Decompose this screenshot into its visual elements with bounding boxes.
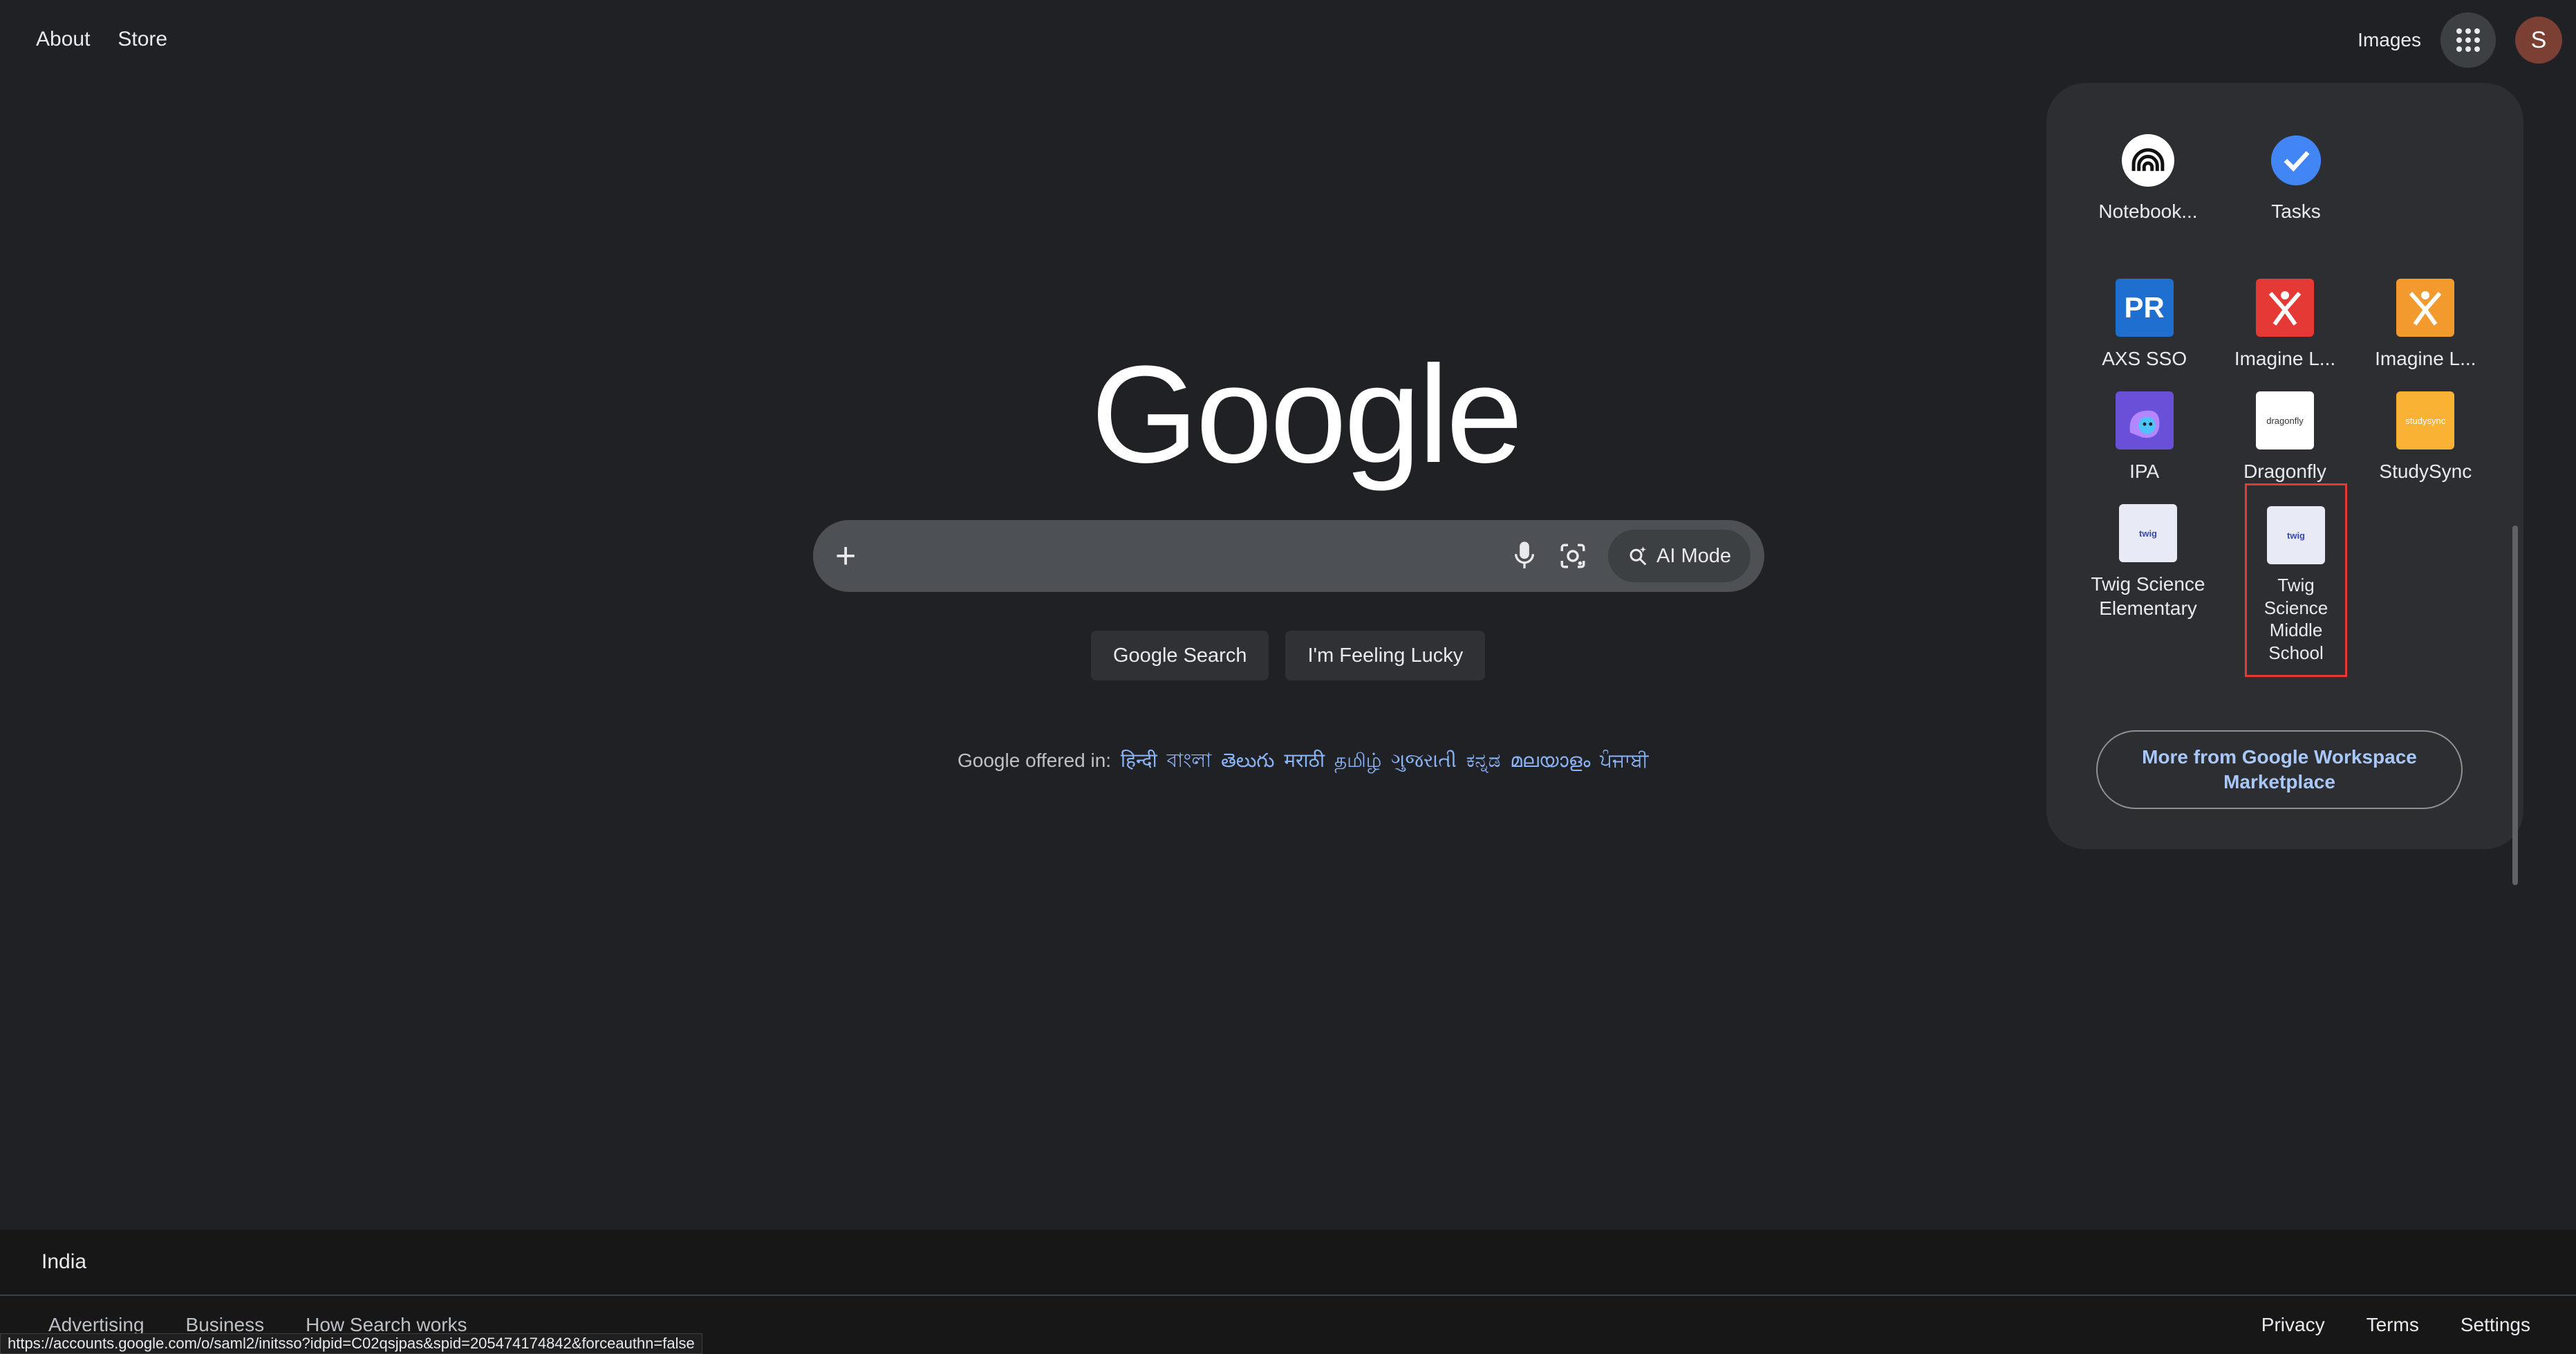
google-search-button[interactable]: Google Search [1091, 631, 1269, 680]
axs-sso-icon: PR [2115, 279, 2174, 337]
app-twig-science-elementary[interactable]: twig Twig Science Elementary [2074, 483, 2222, 677]
about-link[interactable]: About [36, 28, 90, 51]
language-link[interactable]: ਪੰਜਾਬੀ [1600, 750, 1648, 771]
app-dragonfly[interactable]: dragonfly Dragonfly [2214, 371, 2355, 483]
search-buttons: Google Search I'm Feeling Lucky [1091, 631, 1486, 680]
language-link[interactable]: বাংলা [1167, 750, 1212, 771]
twig-science-icon: twig [2119, 504, 2177, 562]
app-label: Imagine L... [2234, 348, 2336, 369]
studysync-icon: studysync [2396, 391, 2455, 449]
app-label: IPA [2129, 461, 2160, 482]
search-input[interactable] [877, 520, 1500, 592]
tasks-icon [2267, 131, 2325, 189]
offered-in-label: Google offered in: [958, 750, 1112, 771]
apps-grid-icon [2456, 28, 2480, 52]
app-studysync[interactable]: studysync StudySync [2355, 371, 2496, 483]
status-bar-url: https://accounts.google.com/o/saml2/init… [0, 1333, 702, 1354]
language-link[interactable]: ગુજરાતી [1391, 750, 1457, 771]
microphone-icon[interactable] [1500, 532, 1549, 580]
apps-panel-scrollbar[interactable] [2512, 526, 2518, 885]
ai-mode-label: AI Mode [1656, 544, 1731, 567]
imagine-learning-red-icon [2255, 279, 2314, 337]
apps-row: IPA dragonfly Dragonfly studysync StudyS… [2074, 371, 2496, 483]
apps-row: Notebook... Tasks [2074, 111, 2496, 223]
app-label: Tasks [2271, 201, 2321, 222]
app-label: Dragonfly [2243, 461, 2326, 482]
offered-in: Google offered in: हिन्दी বাংলা తెలుగు म… [958, 745, 1648, 778]
app-label: AXS SSO [2102, 348, 2187, 369]
language-link[interactable]: తెలుగు [1221, 750, 1274, 771]
settings-link[interactable]: Settings [2461, 1314, 2530, 1336]
top-left-nav: About Store [36, 28, 167, 51]
ipa-icon [2115, 391, 2174, 449]
ai-search-icon [1630, 546, 1647, 566]
app-label: Imagine L... [2375, 348, 2476, 369]
app-label: Notebook... [2098, 201, 2198, 222]
google-apps-button[interactable] [2440, 12, 2496, 68]
avatar[interactable]: S [2515, 17, 2562, 64]
images-link[interactable]: Images [2358, 29, 2421, 51]
apps-row: PR AXS SSO Imagine L... Imagine L... [2074, 258, 2496, 371]
app-axs-sso[interactable]: PR AXS SSO [2074, 258, 2214, 371]
plus-icon[interactable]: + [835, 535, 877, 577]
apps-row: twig Twig Science Elementary twig Twig S… [2074, 483, 2496, 677]
footer-country: India [0, 1230, 2576, 1296]
imagine-learning-orange-icon [2396, 279, 2455, 337]
app-tasks[interactable]: Tasks [2222, 111, 2370, 223]
footer-right-links: Privacy Terms Settings [2261, 1314, 2530, 1336]
app-ipa[interactable]: IPA [2074, 371, 2214, 483]
notebooklm-icon [2119, 131, 2177, 189]
top-right-nav: Images S [2358, 12, 2562, 68]
ai-mode-button[interactable]: AI Mode [1608, 530, 1751, 582]
language-link[interactable]: മലയാളം [1510, 750, 1590, 771]
app-notebooklm[interactable]: Notebook... [2074, 111, 2222, 223]
app-twig-science-middle-school[interactable]: twig Twig Science Middle School [2245, 483, 2347, 677]
feeling-lucky-button[interactable]: I'm Feeling Lucky [1285, 631, 1486, 680]
privacy-link[interactable]: Privacy [2261, 1314, 2325, 1336]
google-apps-panel: Notebook... Tasks PR AXS SSO Imagine L..… [2046, 83, 2523, 885]
app-label: Twig Science Middle School [2264, 575, 2328, 663]
app-imagine-learning-orange[interactable]: Imagine L... [2355, 258, 2496, 371]
google-logo: Google [1091, 337, 1523, 492]
dragonfly-icon: dragonfly [2255, 391, 2314, 449]
language-links: हिन्दी বাংলা తెలుగు मराठी தமிழ் ગુજરાતી … [1117, 750, 1649, 771]
app-label: Twig Science Elementary [2091, 573, 2205, 619]
language-link[interactable]: தமிழ் [1334, 750, 1381, 771]
google-lens-icon[interactable] [1549, 532, 1597, 580]
language-link[interactable]: हिन्दी [1121, 750, 1157, 771]
language-link[interactable]: ಕನ್ನಡ [1466, 750, 1501, 771]
language-link[interactable]: मराठी [1284, 750, 1325, 771]
search-box: + AI Mode [813, 520, 1764, 592]
twig-science-icon: twig [2267, 506, 2325, 564]
store-link[interactable]: Store [118, 28, 167, 51]
app-label: StudySync [2379, 461, 2472, 482]
workspace-marketplace-button[interactable]: More from Google Workspace Marketplace [2096, 730, 2463, 809]
terms-link[interactable]: Terms [2367, 1314, 2419, 1336]
app-imagine-learning-red[interactable]: Imagine L... [2214, 258, 2355, 371]
